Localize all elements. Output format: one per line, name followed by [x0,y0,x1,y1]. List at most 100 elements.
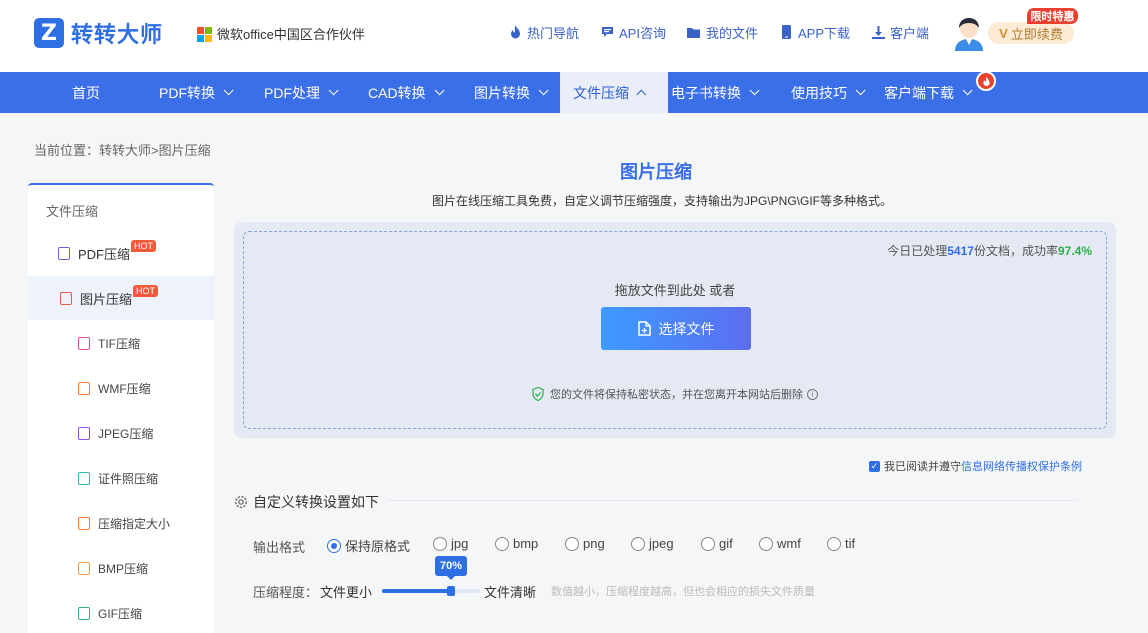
vip-icon: V [999,25,1008,41]
hot-badge: HOT [133,285,159,297]
nav-client-download[interactable]: 客户端下载 [884,72,973,113]
sidebar-item-label: JPEG压缩 [98,426,154,441]
app-download-link[interactable]: APP下载 [779,22,850,42]
nav-home[interactable]: 首页 [72,72,100,113]
nav-pdf-convert[interactable]: PDF转换 [159,72,234,113]
api-label: API咨询 [619,25,666,41]
sidebar-item-label: 图片压缩 [80,291,133,307]
chevron-down-icon [855,85,866,96]
nav-label: 文件压缩 [573,84,629,101]
sidebar-item-label: GIF压缩 [98,606,142,621]
size-file-icon [78,516,90,530]
sidebar-item-bmp-compress[interactable]: BMP压缩 [28,546,214,590]
page-subtitle: 图片在线压缩工具免费，自定义调节压缩强度，支持输出为JPG\PNG\GIF等多种… [432,194,893,208]
upload-panel: 今日已处理5417份文档，成功率97.4% 拖放文件到此处 或者 选择文件 您的… [234,222,1116,438]
format-option-jpeg[interactable]: jpeg [631,536,674,551]
user-avatar[interactable] [952,15,986,51]
renew-button[interactable]: V 立即续费 [988,22,1074,44]
logo[interactable]: Z 转转大师 [34,17,163,49]
client-link[interactable]: 客户端 [871,22,929,42]
hot-nav-link[interactable]: 热门导航 [508,22,579,42]
nav-cad-convert[interactable]: CAD转换 [368,72,445,113]
format-label: 输出格式 [253,540,306,555]
format-option-label: gif [719,536,733,551]
info-icon[interactable]: i [807,388,818,400]
download-icon [871,25,885,39]
choose-file-label: 选择文件 [658,320,715,337]
breadcrumb: 当前位置：转转大师>图片压缩 [34,143,211,158]
sidebar-item-id-photo-compress[interactable]: 证件照压缩 [28,456,214,500]
sidebar-item-pdf-compress[interactable]: PDF压缩 HOT [28,231,214,275]
folder-icon [687,25,701,39]
stats-rate: 97.4% [1057,244,1092,258]
radio-dot [631,536,645,551]
format-option-bmp[interactable]: bmp [495,536,538,551]
sidebar-item-label: 压缩指定大小 [98,516,171,531]
format-option-png[interactable]: png [565,536,605,551]
sidebar-item-label: WMF压缩 [98,381,151,396]
nav-pdf-process[interactable]: PDF处理 [264,72,339,113]
nav-label: 客户端下载 [884,84,954,101]
wmf-file-icon [78,381,90,395]
format-option-tif[interactable]: tif [827,536,855,551]
nav-label: PDF转换 [159,84,215,101]
jpeg-file-icon [78,426,90,440]
tif-file-icon [78,336,90,350]
hot-nav-label: 热门导航 [527,25,580,41]
sidebar-item-jpeg-compress[interactable]: JPEG压缩 [28,411,214,455]
gear-icon [234,495,248,509]
id-photo-icon [78,471,90,485]
bmp-file-icon [78,561,90,575]
nav-label: PDF处理 [264,84,320,101]
agree-checkbox[interactable]: ✓ [869,460,880,472]
compression-slider[interactable]: 70% [382,556,480,596]
chevron-down-icon [434,85,445,96]
sidebar-item-image-compress[interactable]: 图片压缩 HOT [28,276,214,320]
format-option-original[interactable]: 保持原格式 [327,536,410,555]
nav-label: CAD转换 [368,84,426,101]
sidebar-item-label: PDF压缩 [78,246,131,262]
page-title: 图片压缩 [620,162,692,182]
privacy-text: 您的文件将保持私密状态，并在您离开本网站后删除 [550,389,803,401]
app-download-label: APP下载 [798,25,851,41]
api-link[interactable]: API咨询 [600,22,666,42]
chevron-down-icon [223,85,234,96]
format-option-label: wmf [777,536,801,551]
chevron-up-icon [636,89,647,100]
format-option-label: jpg [451,536,469,551]
drop-zone[interactable]: 今日已处理5417份文档，成功率97.4% 拖放文件到此处 或者 选择文件 您的… [243,231,1107,429]
sidebar-item-tif-compress[interactable]: TIF压缩 [28,321,214,365]
client-label: 客户端 [890,25,930,41]
sidebar-item-gif-compress[interactable]: GIF压缩 [28,591,214,633]
logo-text: 转转大师 [71,22,164,47]
format-option-gif[interactable]: gif [701,536,733,551]
sidebar-title: 文件压缩 [46,204,99,219]
nav-image-convert[interactable]: 图片转换 [474,72,549,113]
sidebar-item-size-compress[interactable]: 压缩指定大小 [28,501,214,545]
slider-handle[interactable] [447,586,455,596]
slider-max-label: 文件清晰 [484,585,537,600]
sidebar-item-wmf-compress[interactable]: WMF压缩 [28,366,214,410]
flame-icon [508,25,522,39]
format-option-jpg[interactable]: jpg [433,536,468,551]
settings-title: 自定义转换设置如下 [253,494,379,510]
compression-hint: 数值越小，压缩程度越高，但也会相应的损失文件质量 [551,586,815,598]
choose-file-button[interactable]: 选择文件 [601,307,751,350]
radio-dot [433,536,447,551]
logo-mark: Z [34,18,64,48]
agree-policy-link[interactable]: 信息网络传播权保护条例 [961,458,1082,474]
agree-checkbox-row[interactable]: ✓ 我已阅读并遵守 信息网络传播权保护条例 [869,458,1082,474]
hot-badge: HOT [131,240,157,252]
my-files-label: 我的文件 [705,25,758,41]
radio-dot [495,536,509,551]
agree-prefix: 我已阅读并遵守 [884,461,961,473]
my-files-link[interactable]: 我的文件 [687,22,758,42]
chevron-down-icon [538,85,549,96]
nav-tips[interactable]: 使用技巧 [791,72,866,113]
nav-ebook-convert[interactable]: 电子书转换 [671,72,760,113]
top-links: 热门导航 API咨询 我的文件 APP下载 客户端 [508,22,950,42]
format-option-wmf[interactable]: wmf [759,536,801,551]
image-file-icon [60,291,72,305]
hot-flame-icon [976,71,996,91]
nav-file-compress[interactable]: 文件压缩 [560,72,668,113]
